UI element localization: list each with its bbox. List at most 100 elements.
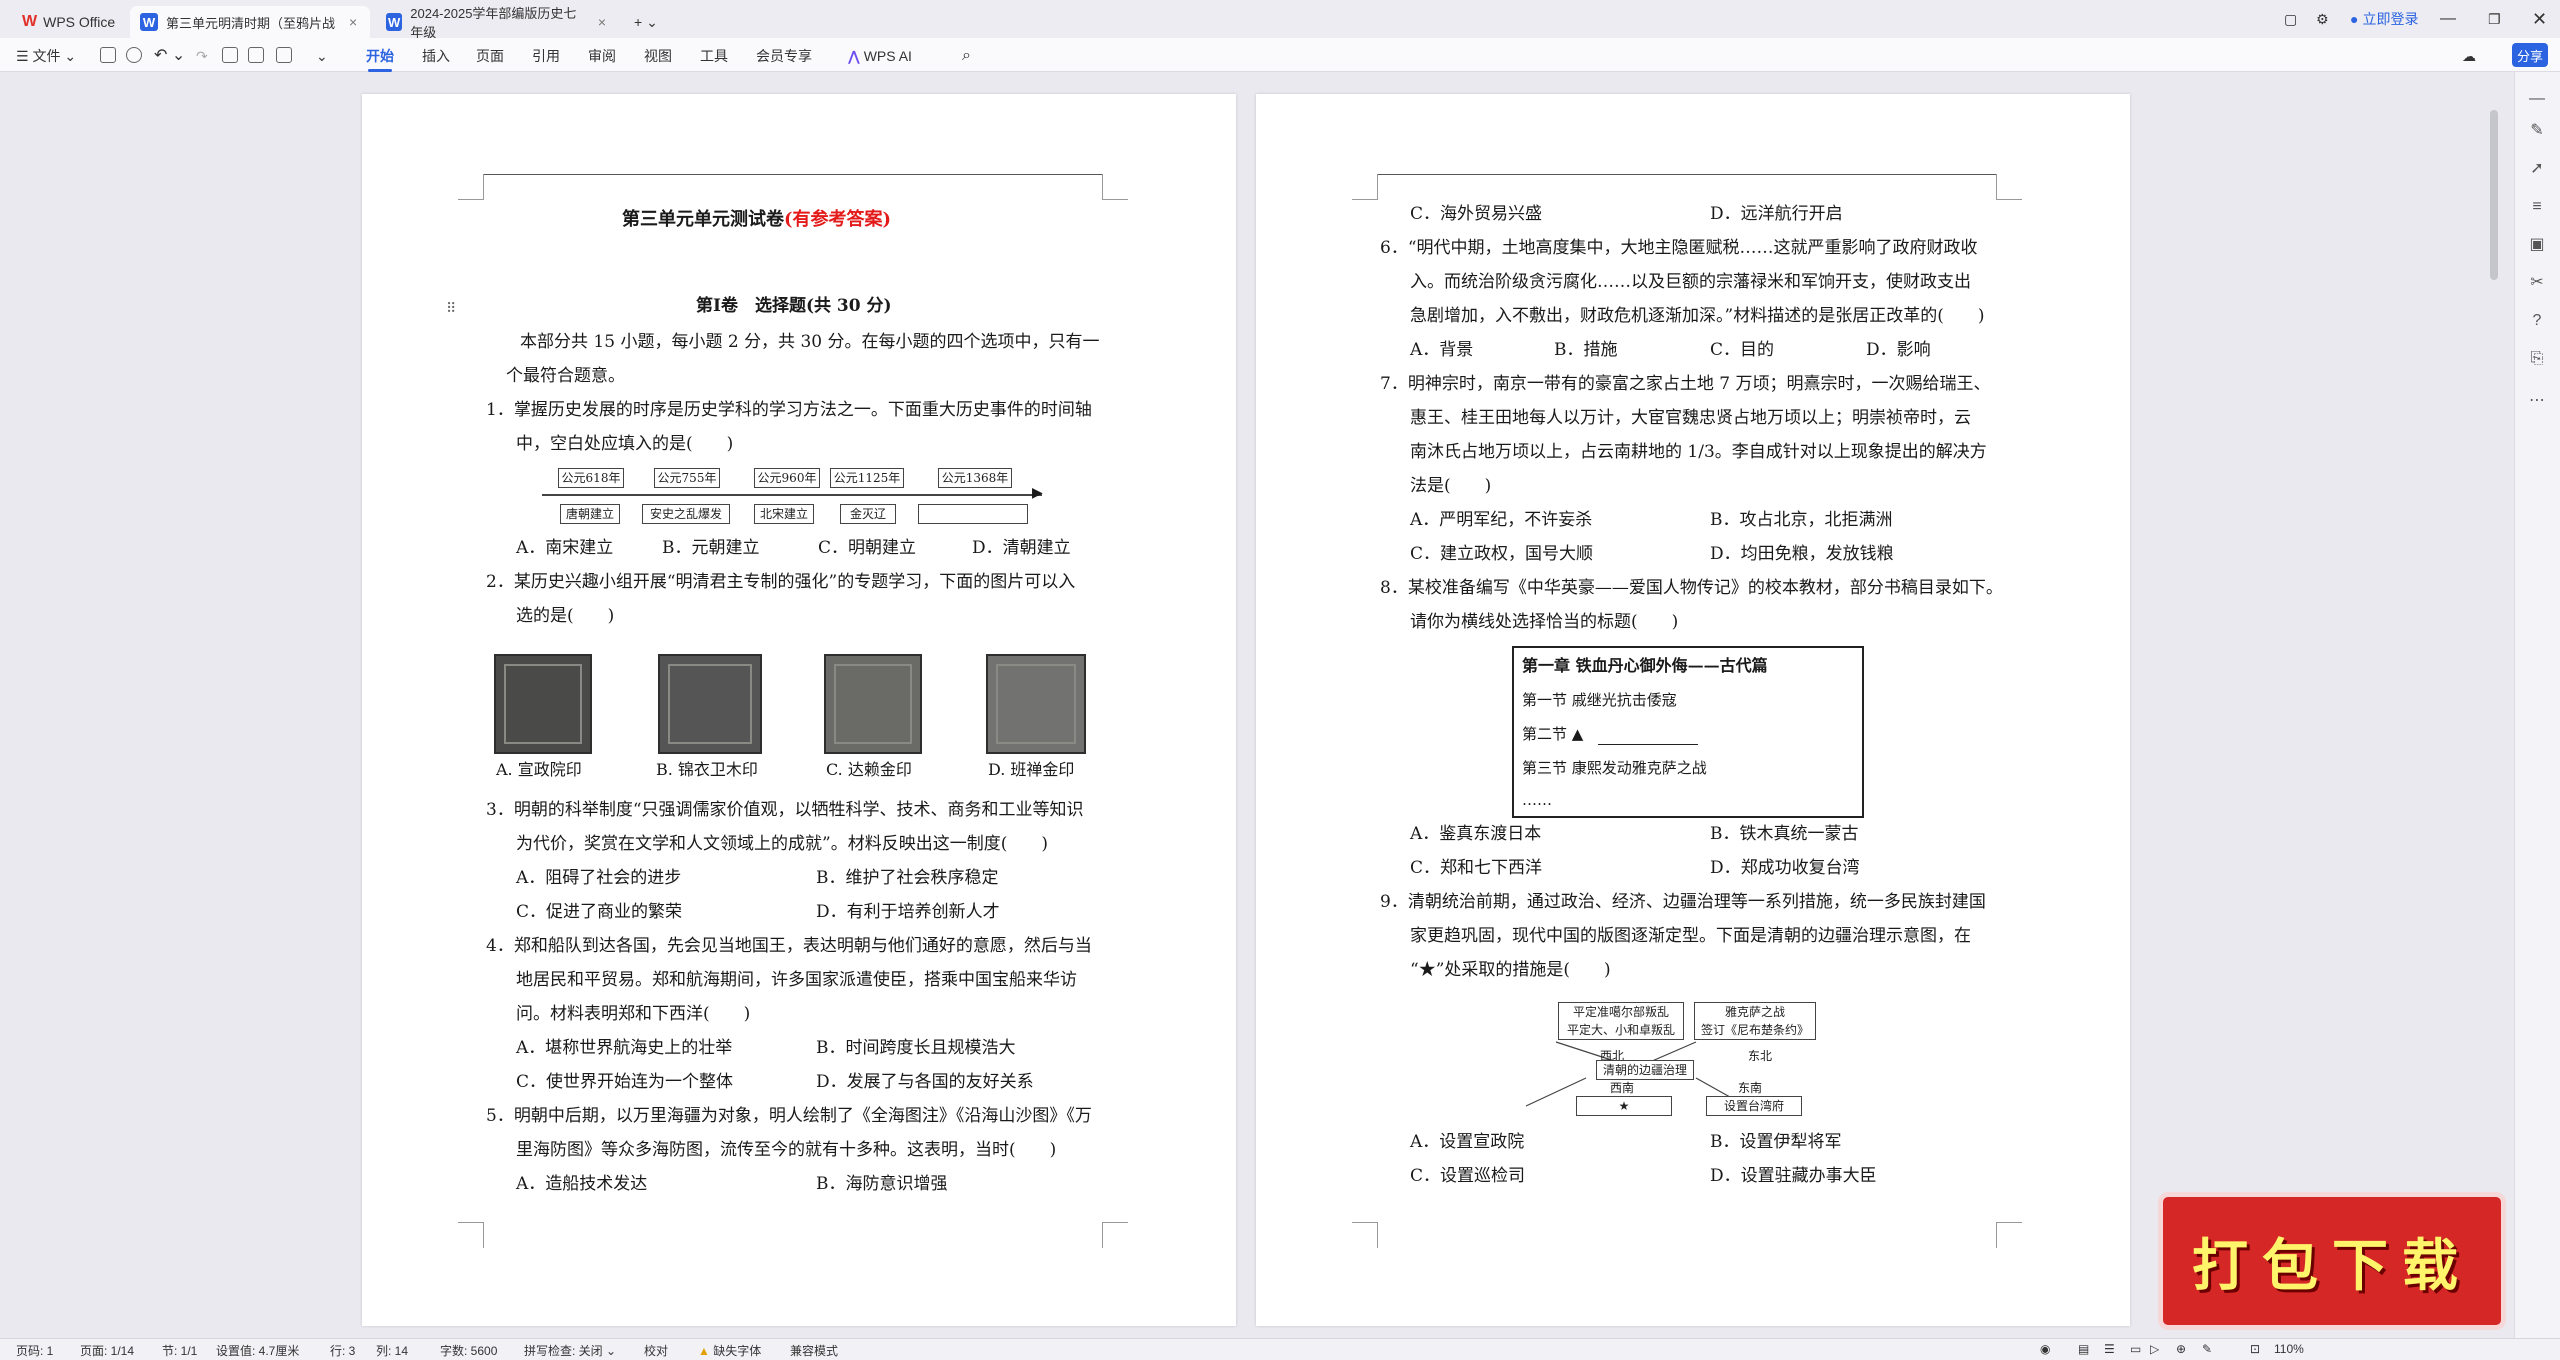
tab-document-2[interactable]: W 2024-2025学年部编版历史七年级 × [376, 6, 616, 40]
pen-icon[interactable]: ✎ [2528, 122, 2546, 140]
more-chevron-icon[interactable]: ⌄ [316, 45, 328, 67]
login-button[interactable]: ● 立即登录 [2350, 0, 2418, 38]
status-setting[interactable]: 设置值: 4.7厘米 [216, 1342, 299, 1359]
tab-insert[interactable]: 插入 [422, 45, 450, 67]
plus-icon: + ⌄ [634, 13, 658, 30]
download-promo-banner[interactable]: 打包下载 [2158, 1192, 2506, 1330]
document-page-1: 第三单元单元测试卷(有参考答案) ⠿ 第Ⅰ卷 选择题(共 30 分) 本部分共 … [362, 94, 1236, 1326]
timeline-event: 安史之乱爆发 [642, 504, 730, 524]
option-d: D．设置驻藏办事大臣 [1710, 1166, 1877, 1186]
export-pdf-icon[interactable] [248, 47, 264, 63]
page-title: 第三单元单元测试卷(有参考答案) [622, 209, 892, 230]
close-window-button[interactable]: ✕ [2532, 0, 2547, 38]
window-layout-icon[interactable]: ▢ [2284, 0, 2297, 38]
status-section[interactable]: 节: 1/1 [162, 1342, 197, 1359]
missing-fonts-button[interactable]: ▲ 缺失字体 [698, 1342, 761, 1359]
search-doc-icon[interactable] [126, 47, 142, 63]
question-2: 2．某历史兴趣小组开展“明清君主专制的强化”的专题学习，下面的图片可以入 [486, 572, 1076, 592]
proofread-button[interactable]: 校对 [644, 1342, 668, 1359]
tools-icon[interactable]: ✂ [2528, 274, 2546, 292]
option-b: B．设置伊犁将军 [1710, 1132, 1842, 1152]
search-icon[interactable]: ⌕ [962, 45, 971, 67]
image-tool-icon[interactable]: ▣ [2528, 236, 2546, 254]
seal-image-c [824, 654, 922, 754]
question-4: 地居民和平贸易。郑和航海期间，许多国家派遣使臣，搭乘中国宝船来华访 [516, 970, 1077, 990]
help-icon[interactable]: ? [2528, 312, 2546, 330]
file-menu[interactable]: ☰ 文件 ⌄ [16, 45, 76, 67]
image-icon[interactable] [276, 47, 292, 63]
timeline-year: 公元960年 [754, 468, 820, 488]
save-icon[interactable] [100, 47, 116, 63]
timeline-year: 公元1368年 [938, 468, 1012, 488]
header-line [484, 174, 1102, 175]
status-wordcount[interactable]: 字数: 5600 [440, 1342, 497, 1359]
more-icon[interactable]: ⋯ [2528, 392, 2546, 410]
globe-icon[interactable]: ⊕ [2176, 1342, 2186, 1356]
web-view-icon[interactable]: ▭ [2130, 1342, 2141, 1356]
question-4: 4．郑和船队到达各国，先会见当地国王，表达明朝与他们通好的意愿，然后与当 [486, 936, 1092, 956]
tab-view[interactable]: 视图 [644, 45, 672, 67]
select-icon[interactable]: ➚ [2528, 160, 2546, 178]
tab-start[interactable]: 开始 [366, 45, 394, 72]
option-a: A．设置宣政院 [1410, 1132, 1525, 1152]
redo-icon[interactable]: ↷ [196, 45, 208, 67]
question-2: 选的是( ) [516, 606, 615, 626]
warning-icon: ▲ [698, 1344, 714, 1358]
play-icon[interactable]: ▷ [2150, 1342, 2159, 1356]
tab-member[interactable]: 会员专享 [756, 45, 812, 67]
drag-handle-icon[interactable]: ⠿ [446, 297, 456, 321]
tab-document-1[interactable]: W 第三单元明清时期（至鸦片战 × [130, 6, 370, 38]
print-icon[interactable] [222, 47, 238, 63]
tab-home-wps[interactable]: W WPS Office [12, 6, 125, 38]
question-3: 3．明朝的科举制度“只强调儒家价值观，以牺牲科学、技术、商务和工业等知识 [486, 800, 1084, 820]
share-side-icon[interactable]: ⎘ [2528, 350, 2546, 368]
crop-mark [1102, 1222, 1128, 1248]
section-title: 第Ⅰ卷 选择题(共 30 分) [696, 296, 892, 316]
avatar-icon: ● [2350, 11, 2359, 27]
option-a: A．造船技术发达 [516, 1174, 648, 1194]
zoom-level[interactable]: 110% [2274, 1342, 2304, 1356]
maximize-button[interactable]: ❐ [2488, 0, 2501, 38]
tab-review[interactable]: 审阅 [588, 45, 616, 67]
status-pages[interactable]: 页面: 1/14 [80, 1342, 134, 1359]
page-view-icon[interactable]: ▤ [2078, 1342, 2089, 1356]
tab-tools[interactable]: 工具 [700, 45, 728, 67]
collapse-icon[interactable]: — [2528, 90, 2546, 108]
timeline-event: 唐朝建立 [560, 504, 620, 524]
outline-view-icon[interactable]: ☰ [2104, 1342, 2115, 1356]
ribbon-toolbar: ☰ 文件 ⌄ ↶ ⌄ ↷ ⌄ 开始 插入 页面 引用 审阅 视图 工具 会员专享… [0, 38, 2560, 72]
share-button[interactable]: 分享 [2512, 43, 2548, 67]
minimize-button[interactable]: — [2440, 0, 2456, 38]
option-c: C．使世界开始连为一个整体 [516, 1072, 734, 1092]
tab-references[interactable]: 引用 [532, 45, 560, 67]
spellcheck-toggle[interactable]: 拼写检查: 关闭 ⌄ [524, 1342, 616, 1359]
option-b: B．元朝建立 [662, 538, 760, 558]
eye-icon[interactable]: ◉ [2040, 1342, 2050, 1356]
adjust-icon[interactable]: ≡ [2528, 198, 2546, 216]
status-page[interactable]: 页码: 1 [16, 1342, 53, 1359]
word-doc-icon: W [140, 13, 158, 31]
pen-mode-icon[interactable]: ✎ [2202, 1342, 2212, 1356]
close-icon[interactable]: × [349, 14, 357, 30]
timeline-event: 金灭辽 [840, 504, 896, 524]
option-a: A．阻碍了社会的进步 [516, 868, 682, 888]
undo-icon[interactable]: ↶ ⌄ [154, 45, 185, 67]
option-a: A．堪称世界航海史上的壮举 [516, 1038, 733, 1058]
option-d: D．清朝建立 [972, 538, 1071, 558]
word-doc-icon: W [386, 13, 403, 31]
seal-caption: C. 达赖金印 [826, 760, 912, 779]
cloud-icon[interactable]: ☁ [2462, 45, 2476, 67]
fit-icon[interactable]: ⊡ [2250, 1342, 2260, 1356]
wps-ai-button[interactable]: ⋀ WPS AI [848, 45, 912, 67]
compat-mode[interactable]: 兼容模式 [790, 1342, 838, 1359]
status-col[interactable]: 列: 14 [376, 1342, 408, 1359]
skin-icon[interactable]: ⚙ [2316, 0, 2329, 38]
option-c: C．明朝建立 [818, 538, 917, 558]
seal-caption: D. 班禅金印 [988, 760, 1075, 779]
tab-page[interactable]: 页面 [476, 45, 504, 67]
new-tab-button[interactable]: + ⌄ [624, 6, 668, 38]
status-row[interactable]: 行: 3 [330, 1342, 355, 1359]
vertical-scrollbar[interactable] [2490, 110, 2498, 280]
close-icon[interactable]: × [598, 14, 606, 30]
crop-mark [458, 174, 484, 200]
